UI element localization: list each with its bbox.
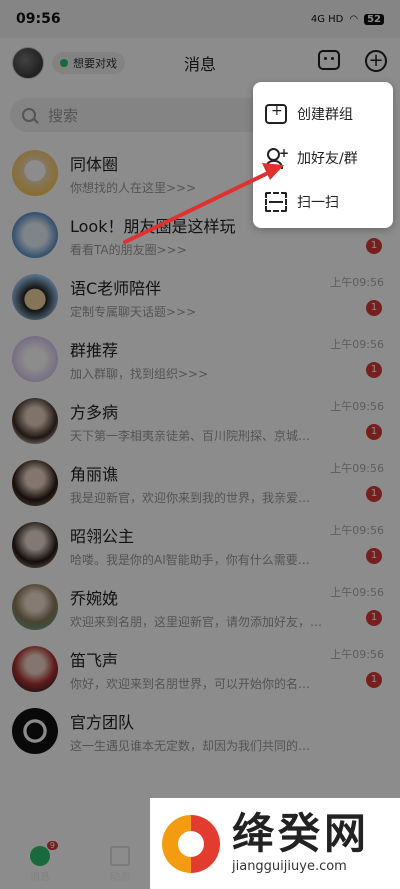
menu-item-label: 加好友/群	[297, 151, 358, 167]
menu-item-add-friend[interactable]: + 加好友/群	[253, 136, 393, 180]
brand-logo-icon	[162, 814, 220, 873]
menu-item-label: 扫一扫	[297, 195, 339, 211]
add-friend-icon: +	[265, 146, 289, 169]
scan-icon	[265, 192, 287, 212]
watermark: 绛癸网 jiangguijiuye.com	[150, 798, 400, 889]
menu-item-label: 创建群组	[297, 107, 353, 123]
watermark-url: jiangguijiuye.com	[232, 859, 347, 874]
watermark-brand: 绛癸网	[232, 809, 371, 858]
menu-item-create-group[interactable]: 创建群组	[253, 92, 393, 136]
add-popup-menu: 创建群组 + 加好友/群 扫一扫	[253, 82, 393, 228]
menu-item-scan[interactable]: 扫一扫	[253, 180, 393, 224]
create-group-icon	[265, 103, 287, 124]
